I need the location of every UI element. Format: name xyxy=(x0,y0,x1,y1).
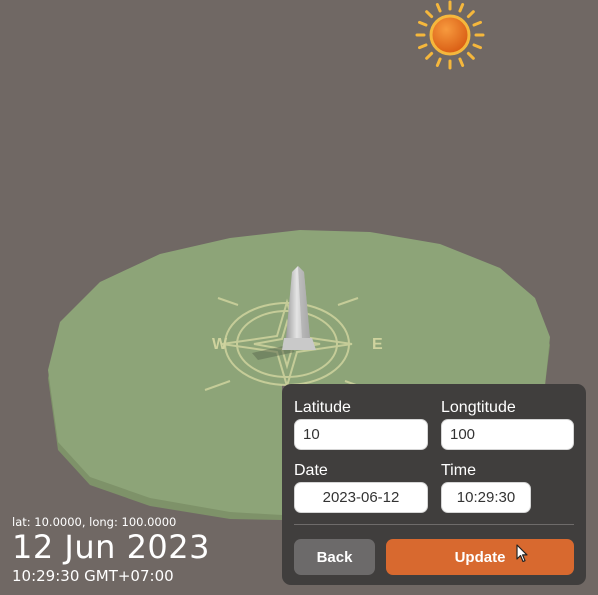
mouse-cursor-icon xyxy=(516,544,528,563)
sun-ray xyxy=(425,10,434,19)
sun-ray xyxy=(418,43,428,50)
compass-west-label: W xyxy=(212,336,228,353)
time-input[interactable] xyxy=(441,482,531,513)
time-label: Time xyxy=(441,462,476,479)
update-button[interactable]: Update xyxy=(386,539,574,575)
sun-ray xyxy=(466,10,475,19)
time-display: 10:29:30 GMT+07:00 xyxy=(12,567,174,585)
sun-ray xyxy=(466,51,475,60)
settings-panel: Latitude Longtitude Date Time Back Updat… xyxy=(282,384,586,585)
sun-icon[interactable] xyxy=(415,0,485,70)
sun-ray xyxy=(458,57,465,67)
sun-ray xyxy=(435,57,442,67)
back-button[interactable]: Back xyxy=(294,539,375,575)
latitude-input[interactable] xyxy=(294,419,428,450)
date-display: 12 Jun 2023 xyxy=(12,528,210,566)
sun-ray xyxy=(472,43,482,50)
sun-ray xyxy=(425,51,434,60)
longitude-label: Longtitude xyxy=(441,399,516,416)
sun-ray xyxy=(458,3,465,13)
location-readout: lat: 10.0000, long: 100.0000 xyxy=(12,515,177,529)
latitude-label: Latitude xyxy=(294,399,351,416)
sun-ray xyxy=(418,20,428,27)
longitude-input[interactable] xyxy=(441,419,574,450)
date-input[interactable] xyxy=(294,482,428,513)
date-label: Date xyxy=(294,462,328,479)
sun-ray xyxy=(472,20,482,27)
sun-ray xyxy=(435,3,442,13)
compass-east-label: E xyxy=(372,336,383,353)
panel-divider xyxy=(294,524,574,525)
